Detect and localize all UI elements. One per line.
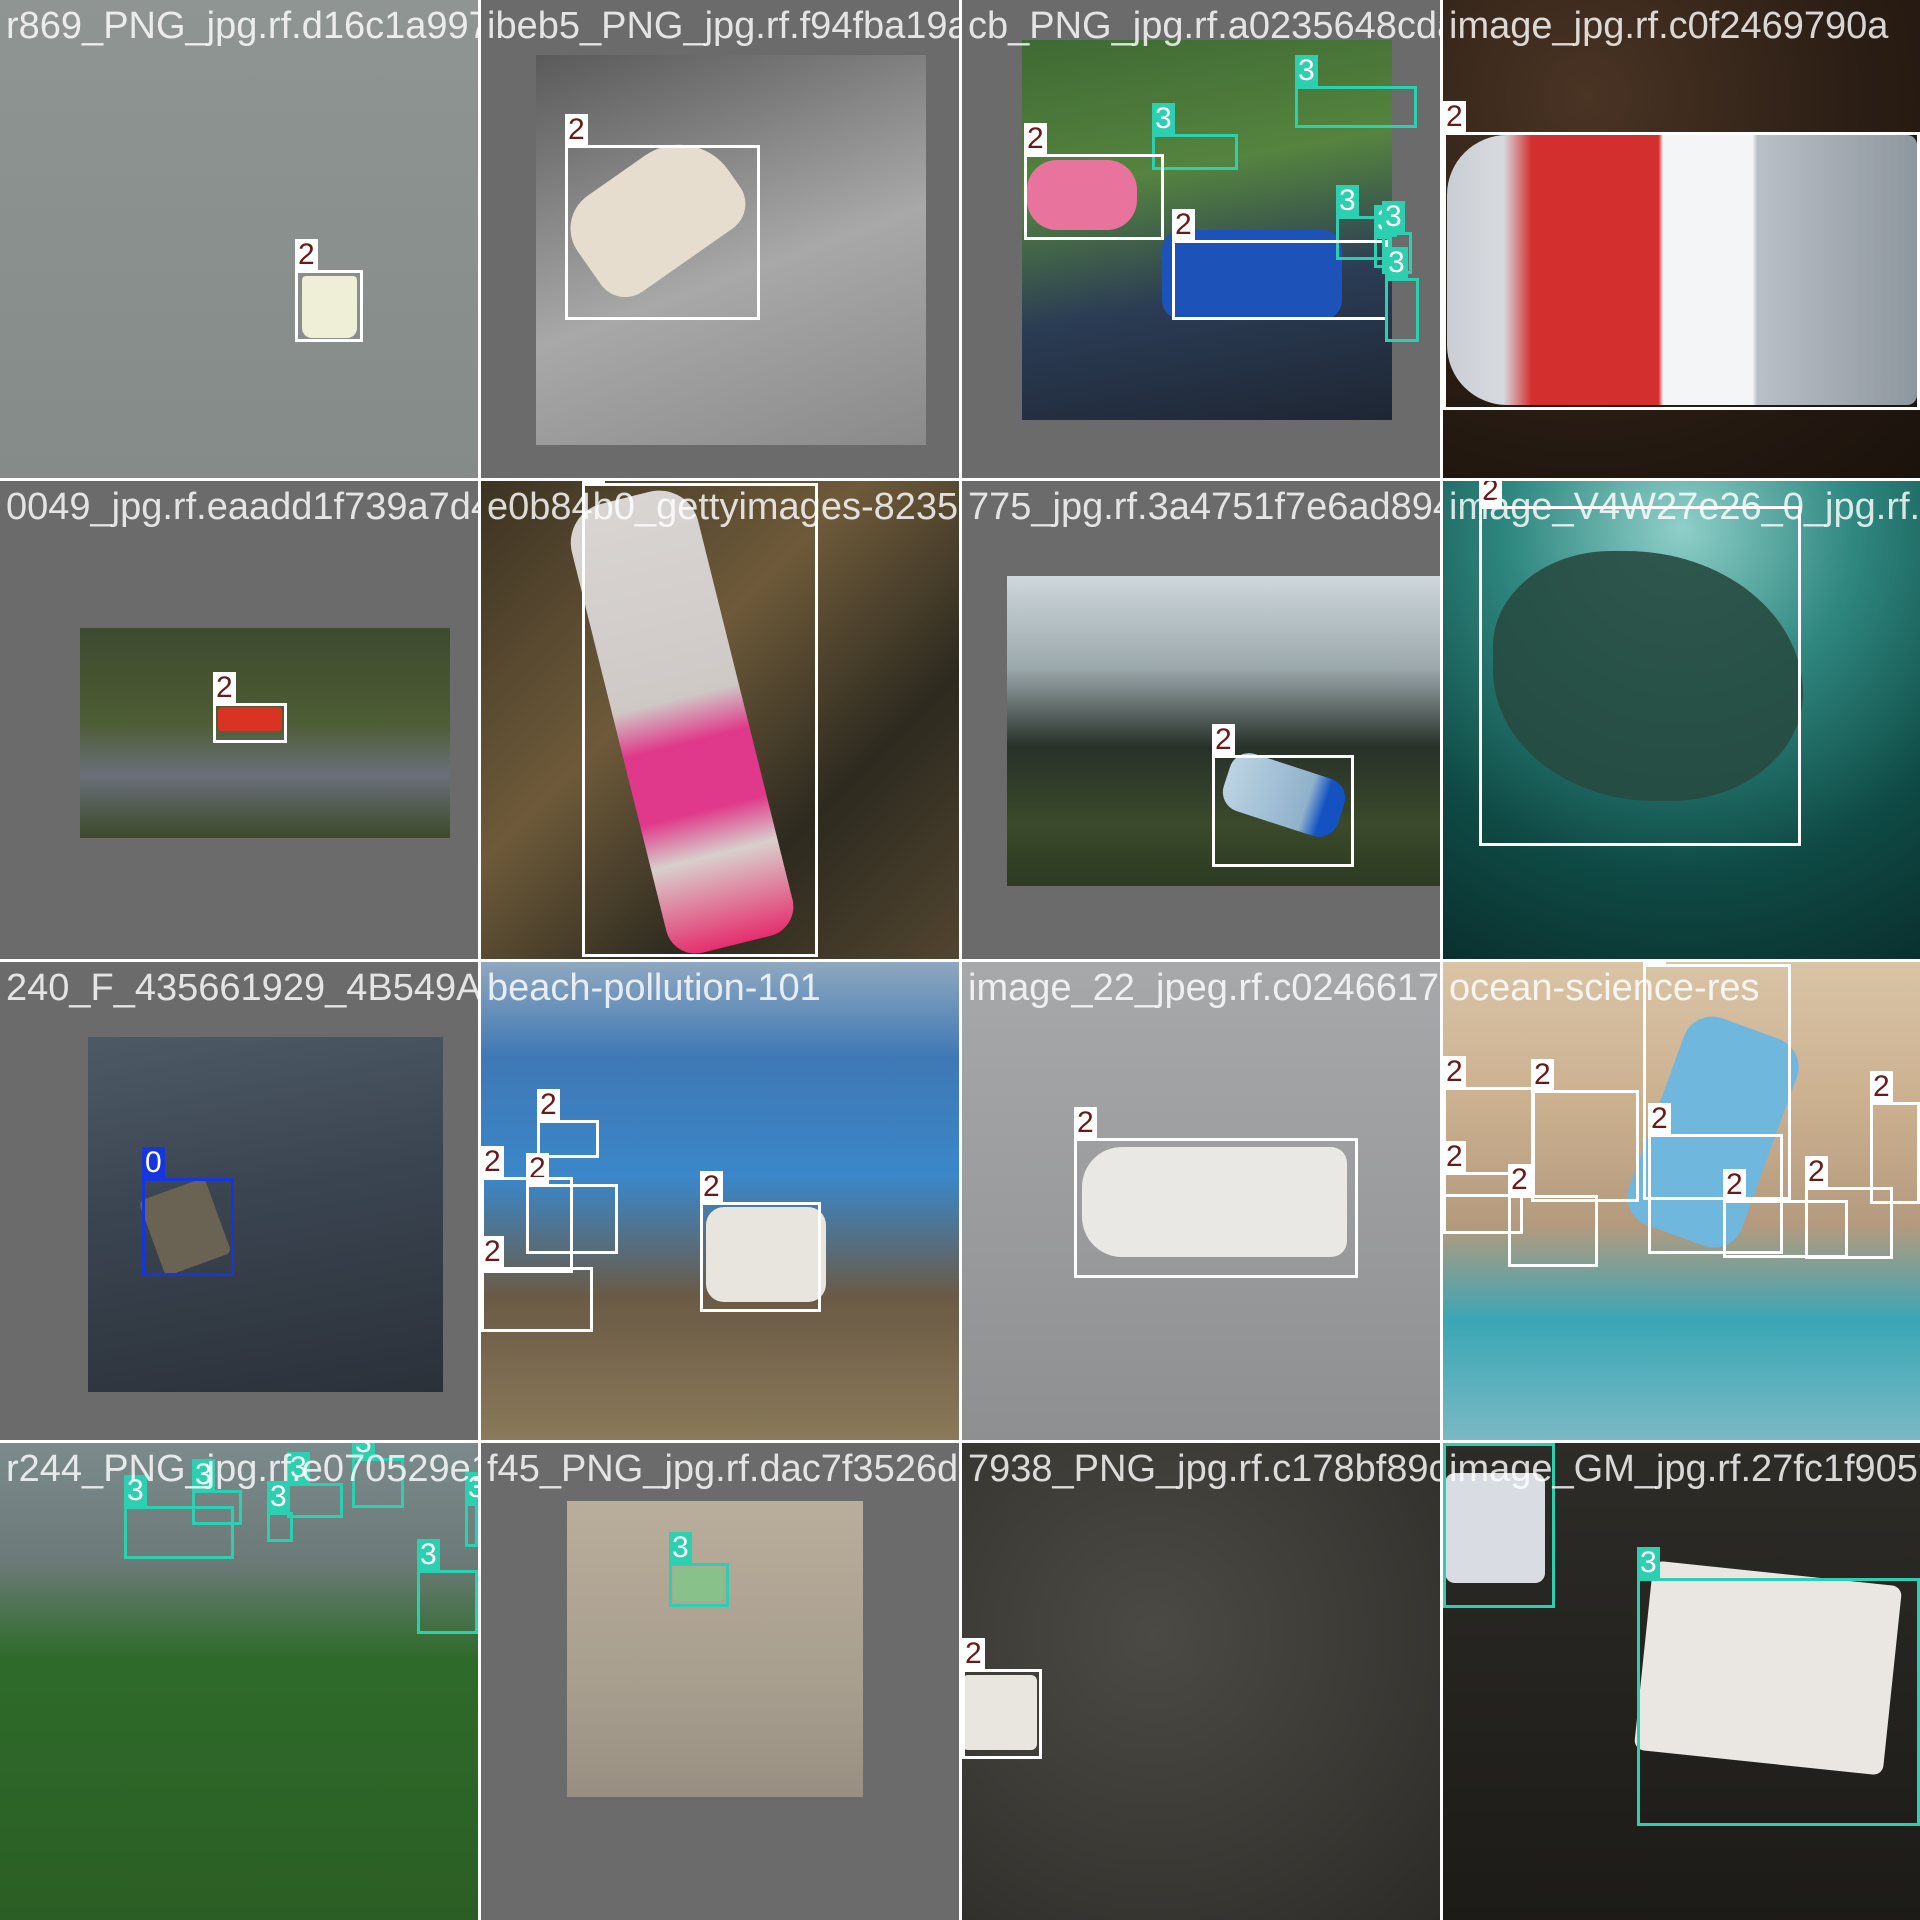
tile-7: 2 image_V4W27e26_0_jpg.rf. <box>1443 481 1920 959</box>
bbox-class-2: 2 <box>295 239 363 342</box>
class-label: 2 <box>962 1638 985 1670</box>
bbox-class-3: 3 <box>192 1459 242 1525</box>
bbox-class-3: 3 <box>1152 103 1238 170</box>
mosaic-grid: 2 r869_PNG_jpg.rf.d16c1a997f8475146 2 ib… <box>0 0 1920 1920</box>
tile-1: 2 ibeb5_PNG_jpg.rf.f94fba19a98385a <box>481 0 959 478</box>
bbox-class-2: 2 <box>1024 123 1164 240</box>
class-label: 2 <box>1024 123 1047 155</box>
class-label: 3 <box>287 1452 310 1484</box>
class-label: 3 <box>192 1459 215 1491</box>
class-label: 2 <box>481 1146 504 1178</box>
class-label: 0 <box>142 1147 165 1179</box>
bbox-class-3: 3 <box>287 1452 343 1518</box>
tile-title: 775_jpg.rf.3a4751f7e6ad894 <box>968 486 1440 528</box>
bbox-class-3: 3 <box>267 1481 293 1542</box>
class-label: 3 <box>465 1472 478 1504</box>
class-label: 3 <box>417 1539 440 1571</box>
class-label: 3 <box>1443 1443 1466 1444</box>
bbox-class-3: 3 <box>1443 1443 1555 1608</box>
class-label: 2 <box>537 1089 560 1121</box>
bbox-class-2: 2 <box>213 672 287 743</box>
tile-title: ibeb5_PNG_jpg.rf.f94fba19a98385a <box>487 5 959 47</box>
tile-title: 240_F_435661929_4B549Al <box>6 967 478 1009</box>
class-label: 2 <box>1648 1103 1671 1135</box>
class-label: 2 <box>1805 1156 1828 1188</box>
bbox-class-3: 3 <box>465 1472 478 1547</box>
tile-4: 2 0049_jpg.rf.eaadd1f739a7d4eb14 <box>0 481 478 959</box>
bbox-class-2: 2 <box>1443 101 1920 410</box>
class-label: 3 <box>1382 201 1405 233</box>
tile-0: 2 r869_PNG_jpg.rf.d16c1a997f8475146 <box>0 0 478 478</box>
class-label: 2 <box>213 672 236 704</box>
tile-12: 3 3 3 3 3 3 3 r244_PNG_jpg.rf.e070529e1f… <box>0 1443 478 1920</box>
class-label: 2 <box>481 1236 504 1268</box>
class-label: 3 <box>124 1475 147 1507</box>
bbox-class-2: 2 <box>1805 1156 1893 1259</box>
class-label: 2 <box>295 239 318 271</box>
class-label: 2 <box>1479 481 1502 507</box>
bbox-class-2: 2 <box>565 114 760 320</box>
photo <box>567 1501 863 1797</box>
class-label: 2 <box>1723 1169 1746 1201</box>
tile-title: 0049_jpg.rf.eaadd1f739a7d4eb14 <box>6 486 478 528</box>
class-label: 3 <box>1385 247 1408 279</box>
tile-13: 3 f45_PNG_jpg.rf.dac7f3526d <box>481 1443 959 1920</box>
tile-title: f45_PNG_jpg.rf.dac7f3526d <box>487 1448 959 1490</box>
bbox-class-3: 3 <box>1295 55 1417 128</box>
class-label: 2 <box>1443 101 1466 133</box>
bbox-class-2: 2 <box>1479 481 1801 846</box>
bbox-class-3: 3 <box>1385 247 1419 342</box>
class-label: 3 <box>1336 185 1359 217</box>
class-label: 2 <box>1531 1059 1554 1091</box>
bbox-class-3: 3 <box>1637 1547 1920 1826</box>
class-label: 2 <box>1643 962 1666 965</box>
class-label: 3 <box>267 1481 290 1513</box>
bbox-class-3: 3 <box>669 1532 729 1607</box>
bbox-class-2: 2 <box>481 1236 593 1332</box>
class-label: 3 <box>669 1532 692 1564</box>
bbox-class-2: 2 <box>1212 724 1354 867</box>
class-label: 2 <box>1870 1071 1893 1103</box>
class-label: 2 <box>565 114 588 146</box>
tile-10: 2 image_22_jpeg.rf.c0246617d8 <box>962 962 1440 1440</box>
photo <box>0 0 478 478</box>
class-label: 3 <box>1295 55 1318 87</box>
class-label: 3 <box>1152 103 1175 135</box>
tile-9: 2 2 2 2 2 beach-pollution-101 <box>481 962 959 1440</box>
tile-15: 3 3 image_GM_jpg.rf.27fc1f9057 <box>1443 1443 1920 1920</box>
bbox-class-2: 2 <box>1074 1107 1358 1278</box>
class-label: 2 <box>1443 1056 1466 1088</box>
class-label: 2 <box>1212 724 1235 756</box>
bbox-class-3: 3 <box>352 1443 404 1508</box>
tile-14: 2 7938_PNG_jpg.rf.c178bf89c2 <box>962 1443 1440 1920</box>
class-label: 2 <box>1443 1141 1466 1173</box>
class-label: 2 <box>1074 1107 1097 1139</box>
bbox-class-3: 3 <box>417 1539 478 1634</box>
class-label: 3 <box>352 1443 375 1459</box>
bbox-class-2: 2 <box>1172 209 1388 320</box>
tile-8: 0 240_F_435661929_4B549Al <box>0 962 478 1440</box>
class-label: 2 <box>700 1171 723 1203</box>
tile-3: 2 image_jpg.rf.c0f2469790a <box>1443 0 1920 478</box>
bbox-class-2: 2 <box>700 1171 821 1312</box>
tile-5: 2 e0b84b0_gettyimages-8235 <box>481 481 959 959</box>
class-label: 3 <box>1637 1547 1660 1579</box>
bbox-class-2: 2 <box>962 1638 1042 1759</box>
bbox-class-2: 2 <box>1531 1059 1639 1202</box>
class-label: 2 <box>1508 1164 1531 1196</box>
tile-6: 2 775_jpg.rf.3a4751f7e6ad894 <box>962 481 1440 959</box>
tile-11: 2 2 2 2 2 2 2 2 2 ocean-science-res <box>1443 962 1920 1440</box>
class-label: 2 <box>582 481 605 484</box>
bbox-class-2: 2 <box>582 481 818 957</box>
class-label: 2 <box>1172 209 1195 241</box>
bbox-class-2: 2 <box>1508 1164 1598 1267</box>
tile-2: 3 3 2 3 3 2 3 3 cb_PNG_jpg.rf.a0235648cd… <box>962 0 1440 478</box>
bbox-class-0: 0 <box>142 1147 234 1276</box>
